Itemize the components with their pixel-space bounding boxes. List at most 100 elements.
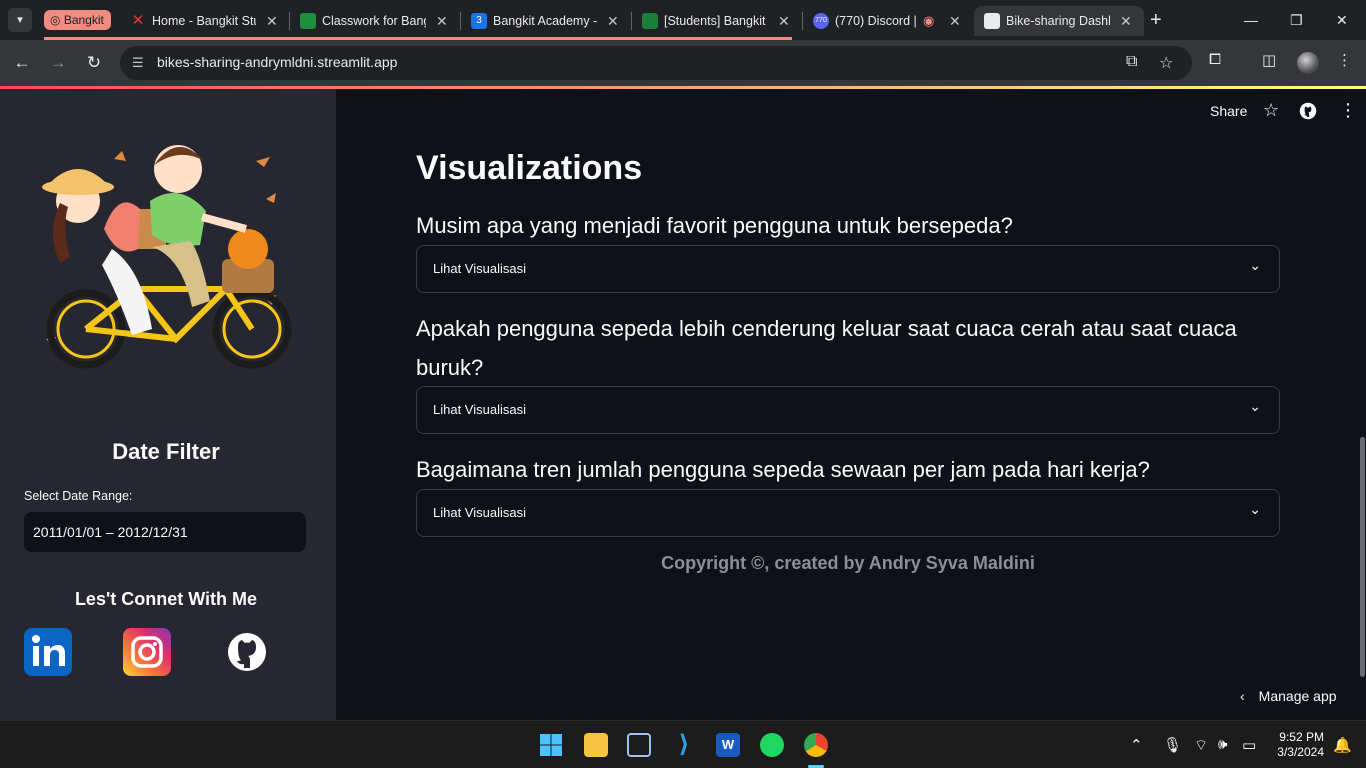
- expander-1[interactable]: Lihat Visualisasi ⌄: [416, 245, 1280, 293]
- discord-badge: 770: [815, 17, 827, 24]
- main-menu-icon[interactable]: ⋮: [1339, 100, 1357, 121]
- new-tab-button[interactable]: +: [1150, 8, 1162, 32]
- back-icon[interactable]: ←: [9, 50, 35, 76]
- close-icon[interactable]: ✕: [949, 6, 961, 36]
- notifications-icon[interactable]: 🔔: [1333, 736, 1352, 754]
- chevron-left-icon: ‹: [1240, 688, 1245, 704]
- star-icon[interactable]: ☆: [1263, 100, 1279, 121]
- virtualbox-icon[interactable]: [627, 733, 651, 757]
- main-content: Share ☆ ⋮ Visualizations Musim apa yang …: [336, 89, 1366, 720]
- close-icon[interactable]: ✕: [436, 6, 448, 36]
- spotify-icon[interactable]: [760, 733, 784, 757]
- wifi-icon[interactable]: ⌔: [1194, 736, 1208, 755]
- chevron-down-icon: ⌄: [1249, 398, 1261, 414]
- question-2: Apakah pengguna sepeda lebih cenderung k…: [416, 316, 1237, 380]
- show-hidden-icons-icon[interactable]: ⌃: [1130, 736, 1143, 754]
- close-icon[interactable]: ✕: [607, 6, 619, 36]
- instagram-glyph: [131, 636, 163, 668]
- tab-bangkit-academy[interactable]: 3 Bangkit Academy - ✕: [461, 6, 631, 36]
- address-bar[interactable]: ☰ bikes-sharing-andrymldni.streamlit.app…: [120, 46, 1192, 80]
- date-range-label: Select Date Range:: [24, 489, 133, 503]
- manage-app-button[interactable]: ‹ Manage app: [1240, 688, 1337, 704]
- bike-couple-illustration: [42, 145, 292, 369]
- battery-icon[interactable]: ▭: [1242, 736, 1256, 754]
- close-window-icon[interactable]: ✕: [1336, 8, 1348, 32]
- linkedin-glyph: [32, 635, 65, 666]
- system-clock[interactable]: 9:52 PM 3/3/2024: [1272, 730, 1324, 760]
- manage-app-label: Manage app: [1258, 688, 1337, 704]
- close-icon[interactable]: ✕: [778, 6, 790, 36]
- expander-3[interactable]: Lihat Visualisasi ⌄: [416, 489, 1280, 537]
- reload-icon[interactable]: ↻: [81, 50, 107, 76]
- chrome-icon[interactable]: [804, 733, 828, 757]
- date-filter-title: Date Filter: [112, 439, 220, 464]
- calendar-icon: 3: [471, 13, 487, 29]
- chevron-down-icon: ⌄: [1249, 257, 1261, 273]
- linkedin-icon[interactable]: [24, 628, 72, 676]
- tab-bike-sharing[interactable]: Bike-sharing Dashb ✕: [974, 6, 1144, 36]
- classroom-icon: [300, 13, 316, 29]
- streamlit-icon: [984, 13, 1000, 29]
- taskbar: ⟩ W ⌃ 🎙 ⌔ 🕪 ▭ 9:52 PM 3/3/2024 🔔: [0, 720, 1366, 768]
- vscode-icon[interactable]: ⟩: [672, 733, 696, 757]
- copyright-text: Copyright ©, created by Andry Syva Maldi…: [661, 553, 1035, 573]
- tab-search-button[interactable]: ▾: [8, 8, 32, 32]
- site-info-icon[interactable]: ☰: [132, 55, 144, 71]
- clock-time: 9:52 PM: [1279, 730, 1324, 744]
- tab-discord[interactable]: 770 (770) Discord | ◉ ✕: [803, 6, 973, 36]
- url-text[interactable]: bikes-sharing-andrymldni.streamlit.app: [157, 54, 397, 70]
- sidebar: Date Filter Select Date Range: 2011/01/0…: [0, 89, 336, 720]
- volume-icon[interactable]: 🕪: [1218, 736, 1227, 753]
- bangkit-icon: ✕: [131, 12, 145, 29]
- expander-label: Lihat Visualisasi: [433, 402, 526, 417]
- more-menu-icon[interactable]: ⋮: [1337, 51, 1352, 69]
- github-glyph: [228, 633, 266, 671]
- side-panel-icon[interactable]: ◫: [1262, 51, 1276, 69]
- page-title: Visualizations: [416, 149, 643, 187]
- browser-toolbar: ← → ↻ ☰ bikes-sharing-andrymldni.streaml…: [0, 40, 1366, 86]
- tab-title: Bike-sharing Dashb: [1006, 14, 1110, 28]
- tab-title: Bangkit Academy -: [493, 14, 597, 28]
- tab-title: (770) Discord |: [835, 14, 917, 28]
- github-icon[interactable]: [223, 628, 271, 676]
- github-header-icon[interactable]: [1299, 102, 1317, 123]
- tab-title: Classwork for Bang: [322, 14, 426, 28]
- discord-icon: 770: [813, 13, 829, 29]
- install-app-icon[interactable]: ⧉: [1126, 53, 1137, 71]
- chevron-down-icon: ⌄: [1249, 501, 1261, 517]
- browser-tab-bar: ▾ ◎ Bangkit ✕ Home - Bangkit Stu ✕ Class…: [0, 0, 1366, 40]
- profile-avatar[interactable]: [1297, 52, 1319, 74]
- windows-logo: [540, 734, 562, 756]
- extensions-icon[interactable]: ⧠: [1209, 51, 1221, 68]
- minimize-icon[interactable]: —: [1244, 8, 1258, 32]
- expander-label: Lihat Visualisasi: [433, 505, 526, 520]
- bookmark-star-icon[interactable]: ☆: [1159, 53, 1173, 73]
- connect-title: Les't Connet With Me: [74, 589, 258, 609]
- expander-label: Lihat Visualisasi: [433, 261, 526, 276]
- microphone-icon[interactable]: 🎙: [1163, 736, 1182, 754]
- close-icon[interactable]: ✕: [1120, 6, 1132, 36]
- word-icon[interactable]: W: [716, 733, 740, 757]
- clock-date: 3/3/2024: [1277, 745, 1324, 759]
- tab-group-label: Bangkit: [63, 13, 104, 27]
- tab-classwork[interactable]: Classwork for Bang ✕: [290, 6, 460, 36]
- forward-icon[interactable]: →: [45, 50, 71, 76]
- github-header-glyph: [1299, 102, 1317, 120]
- close-icon[interactable]: ✕: [266, 6, 278, 36]
- file-explorer-icon[interactable]: [584, 733, 608, 757]
- tab-group-icon: ◎: [50, 13, 61, 27]
- tab-students-bangkit[interactable]: [Students] Bangkit ✕: [632, 6, 802, 36]
- tab-title: Home - Bangkit Stu: [152, 14, 256, 28]
- date-range-input[interactable]: 2011/01/01 – 2012/12/31: [24, 512, 306, 552]
- tab-title: [Students] Bangkit: [664, 14, 766, 28]
- instagram-icon[interactable]: [123, 628, 171, 676]
- share-button[interactable]: Share: [1210, 103, 1247, 119]
- restore-icon[interactable]: ❐: [1290, 8, 1303, 32]
- tab-home-bangkit[interactable]: ✕ Home - Bangkit Stu ✕: [120, 6, 290, 36]
- recording-icon: ◉: [923, 13, 935, 28]
- tab-group-chip[interactable]: ◎ Bangkit: [44, 10, 111, 30]
- scrollbar[interactable]: [1360, 437, 1365, 677]
- windows-start-icon[interactable]: [539, 733, 563, 757]
- expander-2[interactable]: Lihat Visualisasi ⌄: [416, 386, 1280, 434]
- sheets-icon: [642, 13, 658, 29]
